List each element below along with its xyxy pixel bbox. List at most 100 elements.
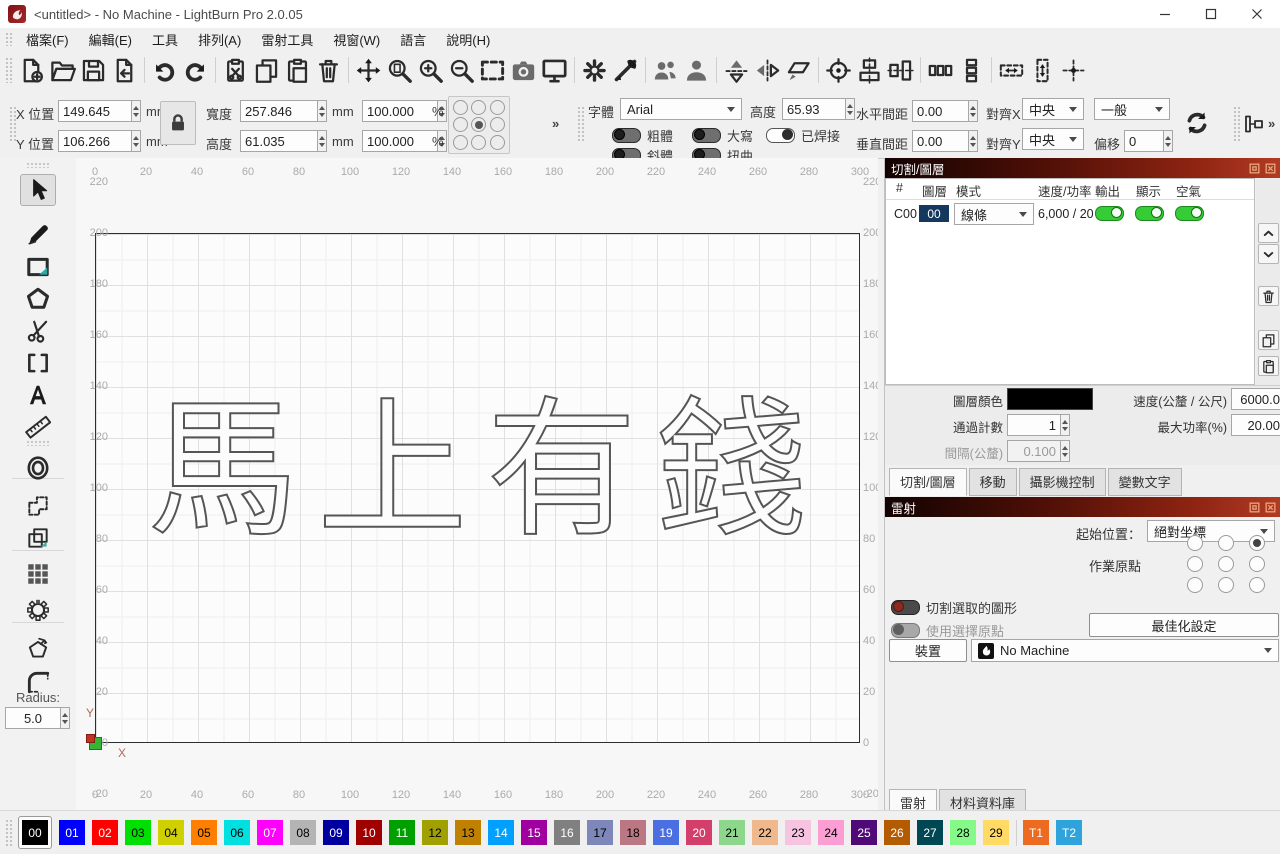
- offset-field[interactable]: [1124, 130, 1173, 152]
- palette-swatch-06[interactable]: 06: [224, 820, 250, 845]
- align-stack-horizontal-button[interactable]: [885, 54, 916, 86]
- measure-tool[interactable]: [20, 411, 56, 443]
- toolbar-drag-handle[interactable]: [577, 106, 584, 142]
- cut-shapes-tool[interactable]: [20, 315, 56, 347]
- palette-swatch-25[interactable]: 25: [851, 820, 877, 845]
- transform-shape-tool[interactable]: [20, 633, 56, 665]
- devices-button[interactable]: 裝置: [889, 639, 967, 662]
- use-selection-origin-toggle-switch[interactable]: [891, 623, 920, 638]
- open-file-button[interactable]: [47, 54, 78, 86]
- hspace-field[interactable]: [912, 100, 978, 122]
- palette-swatch-09[interactable]: 09: [323, 820, 349, 845]
- anchor-dot-8[interactable]: [490, 135, 505, 150]
- bold-toggle[interactable]: 粗體: [612, 126, 673, 145]
- job-origin-dot-8[interactable]: [1249, 577, 1265, 593]
- layer-output-toggle[interactable]: [1095, 206, 1124, 221]
- job-origin-dot-5[interactable]: [1249, 556, 1265, 572]
- palette-swatch-11[interactable]: 11: [389, 820, 415, 845]
- distribute-horizontal-button[interactable]: [925, 54, 956, 86]
- layer-paste-button[interactable]: [1258, 356, 1279, 376]
- laser-panel-titlebar[interactable]: 雷射: [885, 497, 1280, 517]
- cuts-panel-titlebar[interactable]: 切割/圖層: [885, 158, 1280, 178]
- palette-swatch-02[interactable]: 02: [92, 820, 118, 845]
- toolbar-overflow-chevron[interactable]: »: [1268, 116, 1275, 131]
- polygon-tool[interactable]: [20, 283, 56, 315]
- job-origin-dot-7[interactable]: [1218, 577, 1234, 593]
- maximize-button[interactable]: [1188, 0, 1234, 28]
- machine-tools-button[interactable]: [610, 54, 641, 86]
- palette-swatch-05[interactable]: 05: [191, 820, 217, 845]
- layer-color-badge[interactable]: 00: [919, 205, 949, 222]
- paste-button[interactable]: [282, 54, 313, 86]
- anchor-dot-5[interactable]: [490, 117, 505, 132]
- grid-array-tool[interactable]: [20, 558, 56, 590]
- lock-aspect-button[interactable]: [160, 101, 196, 145]
- palette-swatch-28[interactable]: 28: [950, 820, 976, 845]
- layer-up-button[interactable]: [1258, 223, 1279, 243]
- text-style-dropdown[interactable]: 一般: [1094, 98, 1170, 120]
- team-button[interactable]: [650, 54, 681, 86]
- anchor-dot-6[interactable]: [453, 135, 468, 150]
- optimization-settings-button[interactable]: 最佳化設定: [1089, 613, 1279, 637]
- cut-selected-toggle[interactable]: 切割選取的圖形: [891, 598, 1017, 617]
- palette-swatch-15[interactable]: 15: [521, 820, 547, 845]
- toolbar-drag-handle[interactable]: [5, 57, 12, 83]
- menu-item-5[interactable]: 視窗(W): [323, 28, 390, 51]
- font-dropdown[interactable]: Arial: [620, 98, 742, 120]
- resize-height-button[interactable]: [1027, 54, 1058, 86]
- panel-float-icon[interactable]: [1248, 501, 1261, 514]
- layer-mode-dropdown[interactable]: 線條: [954, 203, 1034, 225]
- anchor-nine-grid[interactable]: [448, 96, 510, 154]
- weld-shapes-tool[interactable]: [20, 490, 56, 522]
- palette-swatch-21[interactable]: 21: [719, 820, 745, 845]
- create-text-tool[interactable]: [20, 379, 56, 411]
- select-tool[interactable]: [20, 174, 56, 206]
- palette-swatch-26[interactable]: 26: [884, 820, 910, 845]
- anchor-dot-4[interactable]: [471, 117, 486, 132]
- job-origin-grid[interactable]: [1179, 533, 1273, 595]
- layer-delete-button[interactable]: [1258, 286, 1279, 306]
- palette-swatch-16[interactable]: 16: [554, 820, 580, 845]
- uppercase-toggle-switch[interactable]: [692, 128, 721, 143]
- welded-toggle[interactable]: 已焊接: [766, 126, 840, 145]
- layer-copy-button[interactable]: [1258, 330, 1279, 350]
- panel-close-icon[interactable]: [1264, 162, 1277, 175]
- palette-swatch-17[interactable]: 17: [587, 820, 613, 845]
- anchor-dot-0[interactable]: [453, 100, 468, 115]
- power-field[interactable]: [1231, 414, 1280, 436]
- palette-swatch-23[interactable]: 23: [785, 820, 811, 845]
- radius-field[interactable]: [5, 707, 70, 729]
- y-position-field[interactable]: [58, 130, 141, 152]
- user-button[interactable]: [681, 54, 712, 86]
- flip-vertical-button[interactable]: [721, 54, 752, 86]
- frame-selection-button[interactable]: [477, 54, 508, 86]
- panel-float-icon[interactable]: [1248, 162, 1261, 175]
- palette-swatch-20[interactable]: 20: [686, 820, 712, 845]
- anchor-dot-1[interactable]: [471, 100, 486, 115]
- anchor-dot-2[interactable]: [490, 100, 505, 115]
- palette-swatch-03[interactable]: 03: [125, 820, 151, 845]
- align-y-dropdown[interactable]: 中央: [1022, 128, 1084, 150]
- menu-item-3[interactable]: 排列(A): [188, 28, 251, 51]
- vspace-field[interactable]: [912, 130, 978, 152]
- palette-swatch-22[interactable]: 22: [752, 820, 778, 845]
- copy-button[interactable]: [251, 54, 282, 86]
- anchor-dot-7[interactable]: [471, 135, 486, 150]
- palette-swatch-T1[interactable]: T1: [1023, 820, 1049, 845]
- anchor-dot-3[interactable]: [453, 117, 468, 132]
- circular-array-tool[interactable]: [20, 594, 56, 626]
- bold-toggle-switch[interactable]: [612, 128, 641, 143]
- align-x-dropdown[interactable]: 中央: [1022, 98, 1084, 120]
- new-file-button[interactable]: [16, 54, 47, 86]
- palette-swatch-29[interactable]: 29: [983, 820, 1009, 845]
- redo-button[interactable]: [180, 54, 211, 86]
- tab-cuts-layers[interactable]: 切割/圖層: [889, 468, 967, 496]
- device-dropdown[interactable]: No Machine: [971, 639, 1279, 662]
- job-origin-dot-0[interactable]: [1187, 535, 1203, 551]
- width-field[interactable]: [240, 100, 327, 122]
- edit-canvas[interactable]: 0204060801001201401601802002202402602803…: [76, 158, 878, 810]
- boolean-ops-tool[interactable]: [20, 522, 56, 554]
- menu-item-1[interactable]: 編輯(E): [79, 28, 142, 51]
- screen-preview-button[interactable]: [539, 54, 570, 86]
- zoom-to-page-button[interactable]: [384, 54, 415, 86]
